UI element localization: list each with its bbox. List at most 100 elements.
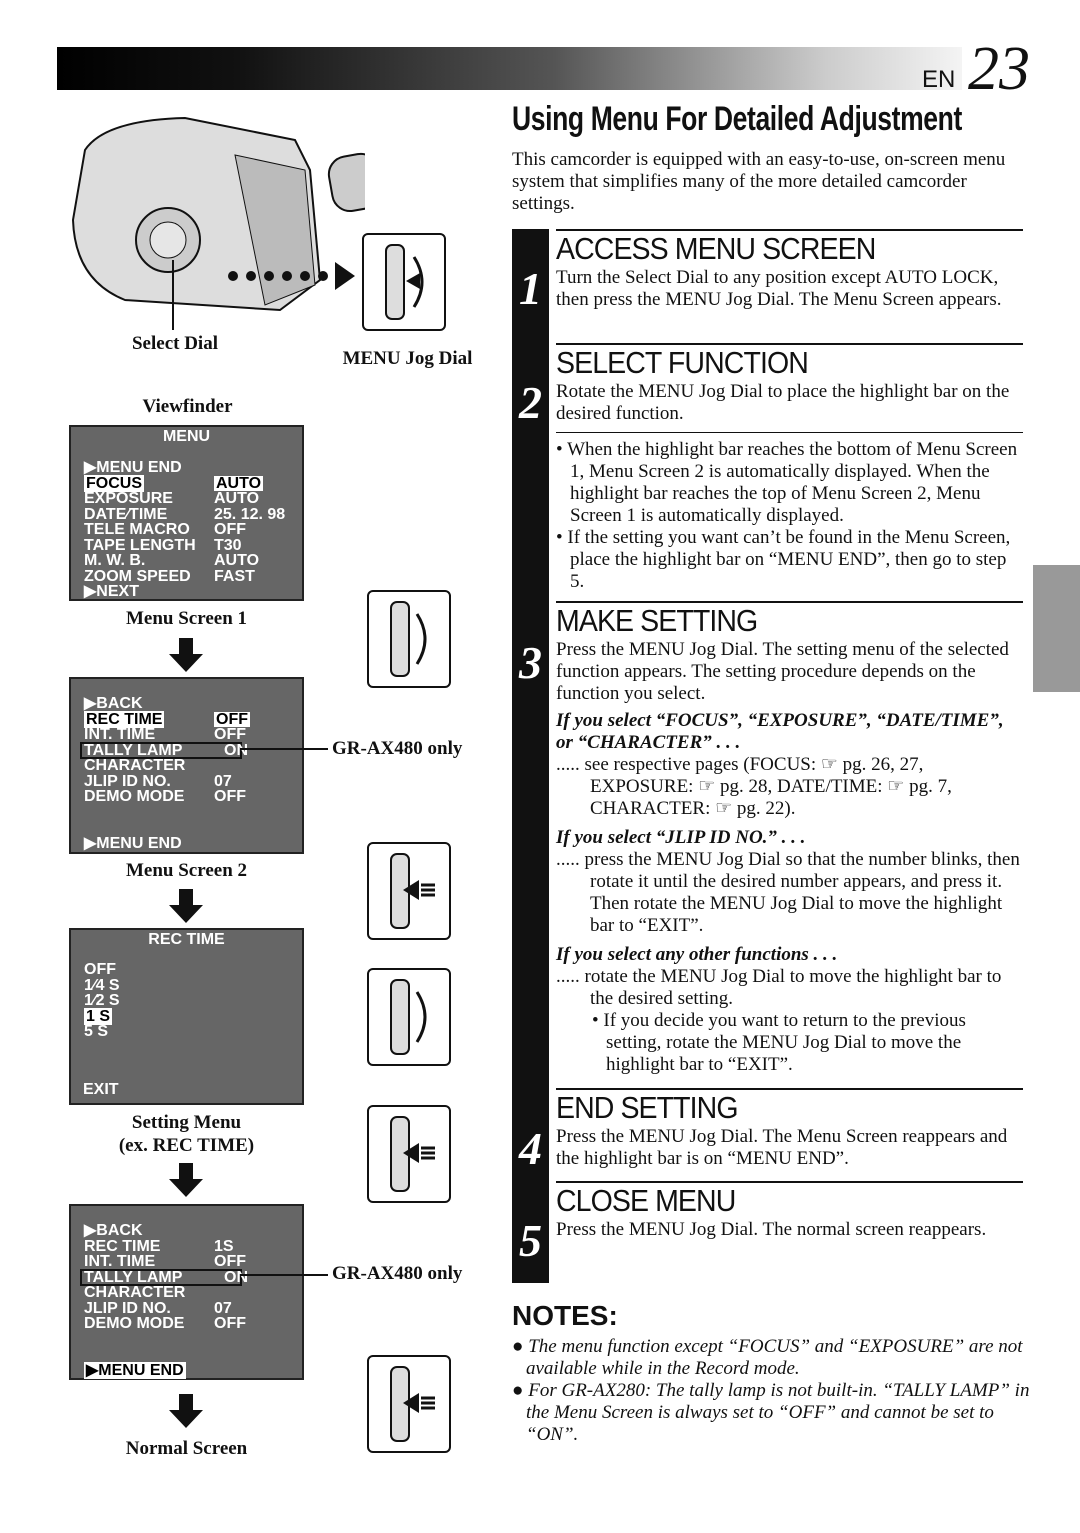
jog-dial-press-icon	[367, 842, 451, 940]
menu-row-label: CHARACTER	[84, 1284, 186, 1301]
menu-row-value: OFF	[214, 726, 246, 743]
step-2: SELECT FUNCTION Rotate the MENU Jog Dial…	[556, 343, 1023, 425]
step-5: CLOSE MENU Press the MENU Jog Dial. The …	[556, 1181, 1023, 1241]
menu-row: ▶NEXT	[71, 584, 302, 600]
bullet-text: If you decide you want to return to the …	[603, 1010, 966, 1075]
menu-screen-2-updated: ▶BACK REC TIME 1S INT. TIME OFF TALLY LAMP ON C…	[69, 1204, 304, 1380]
down-arrow-icon	[169, 1394, 203, 1428]
menu-jog-dial-label: MENU Jog Dial	[342, 348, 473, 369]
menu-row: TALLY LAMP ON	[80, 741, 248, 759]
menu-row: OFF	[71, 962, 302, 978]
step-heading: ACCESS MENU SCREEN	[556, 231, 876, 266]
menu-row: CHARACTER	[71, 1285, 302, 1301]
step-text: Turn the Select Dial to any position exc…	[556, 267, 1002, 310]
menu-row: ▶BACK	[71, 696, 302, 712]
menu-row-label: 5 S	[84, 1023, 109, 1040]
step-heading: END SETTING	[556, 1090, 739, 1125]
menu-row-label: JLIP ID NO.	[84, 1299, 171, 1317]
menu-row-label: EXPOSURE	[84, 490, 173, 507]
menu-row: INT. TIME OFF	[71, 727, 302, 743]
menu-row-label: 1 S	[84, 1007, 113, 1025]
jog-dial-press-rotate-icon	[362, 233, 446, 331]
menu-row-label: OFF	[84, 961, 116, 978]
menu-row-value: OFF	[214, 521, 246, 538]
notes-heading: NOTES:	[512, 1300, 618, 1331]
menu-row-value: 1S	[214, 1237, 234, 1255]
bullet-text: If the setting you want can’t be found i…	[567, 527, 1011, 592]
menu-row-label: TALLY LAMP	[84, 741, 183, 759]
notes-list: ● The menu function except “FOCUS” and “…	[512, 1336, 1030, 1445]
step-4: END SETTING Press the MENU Jog Dial. The…	[556, 1088, 1023, 1170]
screen-title: REC TIME	[148, 931, 225, 948]
gr-ax480-callout: GR-AX480 only	[332, 738, 463, 759]
step-3: MAKE SETTING Press the MENU Jog Dial. Th…	[556, 601, 1023, 1076]
menu-row: ▶BACK	[71, 1223, 302, 1239]
viewfinder-label: Viewfinder	[142, 396, 233, 417]
normal-screen-caption: Normal Screen	[125, 1438, 248, 1459]
case-heading: If you select “JLIP ID NO.” . . .	[556, 827, 806, 848]
menu-row-label: ▶MENU END	[84, 459, 182, 476]
menu-row-label: DATE⁄TIME	[84, 505, 168, 523]
case-text: ..... see respective pages (FOCUS: ☞ pg.…	[556, 754, 952, 819]
menu-row: EXPOSURE AUTO	[71, 491, 302, 507]
jog-dial-press-icon	[367, 1105, 451, 1203]
menu-row-label: CHARACTER	[84, 757, 186, 774]
menu-row-label: DEMO MODE	[84, 788, 185, 805]
step-text: Press the MENU Jog Dial. The Menu Screen…	[556, 1126, 1008, 1169]
step-number: 3	[519, 637, 542, 688]
case-text: ..... press the MENU Jog Dial so that th…	[556, 849, 1020, 936]
menu-row: FOCUS AUTO	[71, 474, 302, 492]
step-text: Press the MENU Jog Dial. The setting men…	[556, 639, 1009, 704]
header-bar	[57, 47, 962, 90]
divider	[556, 432, 1023, 433]
menu-row: JLIP ID NO. 07	[71, 1299, 302, 1317]
menu-row-label: ▶BACK	[84, 1222, 143, 1239]
menu-row-label: REC TIME	[84, 710, 165, 728]
screen-title: MENU	[162, 428, 211, 445]
menu-row-label: 1⁄2 S	[84, 992, 120, 1009]
menu-row: CHARACTER	[71, 758, 302, 774]
menu-row-value: AUTO	[214, 490, 260, 507]
page-title: Using Menu For Detailed Adjustment	[512, 100, 962, 138]
menu-row: 1⁄4 S	[71, 977, 302, 993]
menu-row-value: FAST	[214, 567, 255, 585]
step-2-bullets: • When the highlight bar reaches the bot…	[556, 439, 1018, 592]
step-heading: SELECT FUNCTION	[556, 345, 809, 380]
menu-row: JLIP ID NO. 07	[71, 773, 302, 789]
down-arrow-icon	[169, 889, 203, 923]
menu-end-item-highlighted: ▶MENU END	[84, 1361, 186, 1379]
menu-row: REC TIME OFF	[71, 710, 302, 728]
menu-row-value: 07	[214, 1299, 232, 1317]
step-number: 1	[519, 263, 542, 314]
step-1: ACCESS MENU SCREEN Turn the Select Dial …	[556, 229, 1023, 311]
case-heading: If you select “FOCUS”, “EXPOSURE”, “DATE…	[556, 710, 1004, 753]
language-label: EN	[922, 66, 956, 93]
step-heading: MAKE SETTING	[556, 603, 758, 638]
menu-screen-2-caption: Menu Screen 2	[125, 860, 248, 881]
select-dial-label: Select Dial	[131, 333, 218, 354]
case-text: ..... rotate the MENU Jog Dial to move t…	[556, 966, 1002, 1009]
note-item: For GR-AX280: The tally lamp is not buil…	[526, 1380, 1030, 1445]
menu-row: TALLY LAMP ON	[80, 1268, 248, 1286]
menu-row-value: T30	[214, 536, 242, 554]
menu-row-value: AUTO	[214, 474, 264, 492]
gr-ax480-callout: GR-AX480 only	[332, 1263, 463, 1284]
menu-row-value: ON	[224, 1268, 248, 1286]
menu-row: DATE⁄TIME 25. 12. 98	[71, 505, 302, 523]
menu-row: ▶MENU END	[71, 460, 302, 476]
case-heading: If you select any other functions . . .	[556, 944, 838, 965]
menu-row: 1 S	[71, 1007, 302, 1025]
menu-screen-1: MENU ▶MENU END FOCUS AUTO EXPOSURE AUTO DATE⁄…	[69, 425, 304, 601]
section-tab	[1033, 565, 1080, 692]
menu-row-value: AUTO	[214, 552, 260, 569]
setting-menu-example: (ex. REC TIME)	[118, 1135, 255, 1156]
jog-dial-press-icon	[367, 1355, 451, 1453]
down-arrow-icon	[169, 1163, 203, 1197]
menu-row-label: INT. TIME	[84, 1253, 156, 1270]
step-number: 2	[519, 377, 542, 428]
menu-row-label: TALLY LAMP	[84, 1268, 183, 1286]
menu-row-value: ON	[224, 741, 248, 759]
bullet-text: When the highlight bar reaches the botto…	[567, 439, 1018, 526]
menu-row: 1⁄2 S	[71, 993, 302, 1009]
menu-row: M. W. B. AUTO	[71, 553, 302, 569]
